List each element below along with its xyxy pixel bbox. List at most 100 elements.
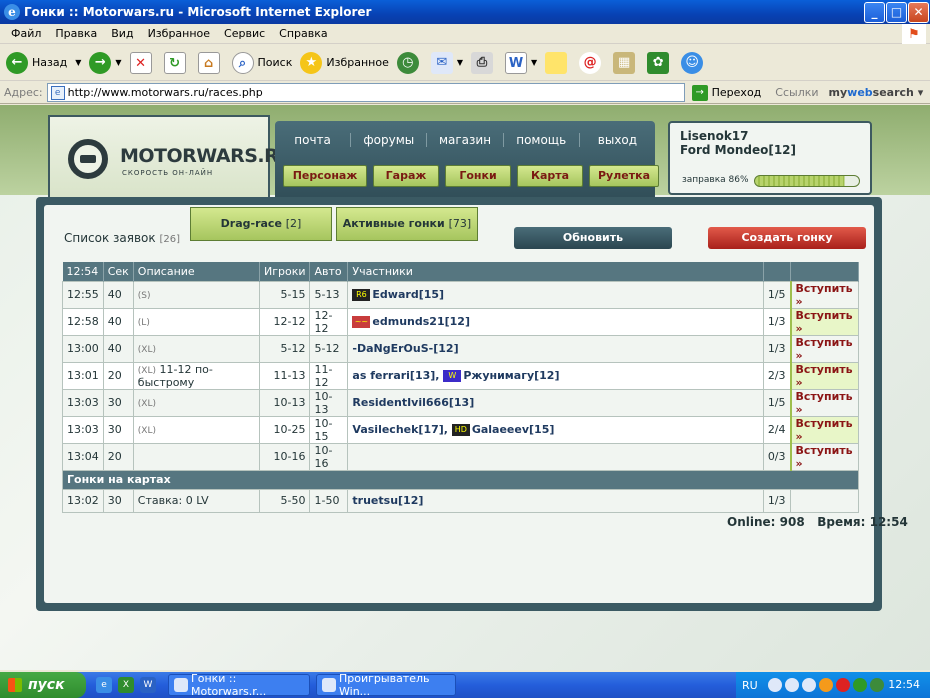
refresh-races-button[interactable]: Обновить bbox=[514, 227, 672, 249]
table-row: 13:03 30 (XL) 10-25 10-15 Vasilechek[17], HD… bbox=[62, 415, 859, 444]
close-button[interactable]: ✕ bbox=[908, 2, 929, 23]
cell-sec: 20 bbox=[102, 442, 134, 471]
user-name[interactable]: Lisenok17 bbox=[680, 129, 860, 143]
table-row: 13:03 30 (XL) 10-13 10-13 ResidentIvil666[13… bbox=[62, 388, 859, 417]
addon-button[interactable]: ✿ bbox=[647, 51, 673, 74]
cell-sec: 30 bbox=[102, 388, 134, 417]
nav-shop[interactable]: магазин bbox=[427, 133, 504, 147]
main-nav: почта форумы магазин помощь выход Персон… bbox=[275, 121, 659, 201]
nav-forums[interactable]: форумы bbox=[351, 133, 428, 147]
cell-time: 13:04 bbox=[62, 442, 104, 471]
nav-map-button[interactable]: Карта bbox=[517, 165, 583, 187]
site-logo[interactable]: MOTORWARS.RU СКОРОСТЬ ОН-ЛАЙН bbox=[48, 115, 294, 203]
start-button[interactable]: пуск bbox=[0, 672, 86, 698]
maximize-button[interactable]: □ bbox=[886, 2, 907, 23]
nav-help[interactable]: помощь bbox=[504, 133, 580, 147]
join-race-button[interactable]: Вступить » bbox=[789, 334, 859, 363]
stop-button[interactable]: ✕ bbox=[129, 51, 156, 74]
member-link[interactable]: Ржунимагу[12] bbox=[463, 369, 559, 382]
print-button[interactable]: ⎙ bbox=[471, 51, 497, 74]
mywebsearch-button[interactable]: mywebsearch ▾ bbox=[829, 86, 924, 99]
task-media-player[interactable]: Проигрыватель Win... bbox=[316, 672, 456, 698]
messenger-button[interactable]: ☺ bbox=[681, 51, 707, 74]
nav-logout[interactable]: выход bbox=[580, 133, 655, 147]
links-button[interactable]: Ссылки bbox=[775, 86, 818, 99]
menu-help[interactable]: Справка bbox=[272, 27, 334, 40]
menu-favorites[interactable]: Избранное bbox=[141, 27, 217, 40]
requests-list-label[interactable]: Список заявок [26] bbox=[64, 231, 180, 245]
flower-tray-icon[interactable] bbox=[869, 678, 884, 692]
nav-roulette-button[interactable]: Рулетка bbox=[589, 165, 659, 187]
col-time: 12:54 bbox=[62, 262, 104, 281]
join-race-button[interactable]: Вступить » bbox=[789, 361, 859, 390]
search-button[interactable]: ⌕ Поиск bbox=[231, 51, 292, 74]
task-motorwars[interactable]: Гонки :: Motorwars.r... bbox=[168, 672, 310, 698]
messenger-tray-icon[interactable] bbox=[852, 678, 867, 692]
back-arrow-icon: ← bbox=[6, 51, 28, 74]
update-icon[interactable] bbox=[818, 678, 833, 692]
nav-character-button[interactable]: Персонаж bbox=[283, 165, 367, 187]
volume-icon[interactable] bbox=[801, 678, 816, 692]
member-link[interactable]: Galaeeev[15] bbox=[472, 423, 555, 436]
join-race-button[interactable]: Вступить » bbox=[789, 442, 859, 471]
member-link[interactable]: ResidentIvil666[13] bbox=[352, 396, 474, 409]
word-quicklaunch-icon[interactable]: W bbox=[140, 677, 156, 693]
forward-button[interactable]: → ▼ bbox=[89, 51, 122, 74]
history-button[interactable]: ◷ bbox=[396, 51, 423, 74]
races-panel: Список заявок [26] Drag-race [2] Активны… bbox=[36, 197, 882, 611]
back-dropdown-icon[interactable]: ▼ bbox=[75, 58, 81, 67]
user-car[interactable]: Ford Mondeo[12] bbox=[680, 143, 860, 157]
cell-slots: 1/5 bbox=[762, 388, 792, 417]
nav-top: почта форумы магазин помощь выход bbox=[275, 133, 655, 147]
cell-description: (XL) bbox=[132, 334, 260, 363]
excel-quicklaunch-icon[interactable]: X bbox=[118, 677, 134, 693]
forward-dropdown-icon[interactable]: ▼ bbox=[115, 58, 121, 67]
menu-tools[interactable]: Сервис bbox=[217, 27, 272, 40]
ie-quicklaunch-icon[interactable]: e bbox=[96, 677, 112, 693]
clan-badge-icon: W bbox=[443, 370, 462, 382]
go-button[interactable]: → Переход bbox=[691, 84, 761, 101]
email-at-button[interactable]: @ bbox=[579, 51, 605, 74]
address-input[interactable]: e http://www.motorwars.ru/races.php bbox=[46, 83, 685, 102]
tab-drag-race[interactable]: Drag-race [2] bbox=[190, 207, 332, 241]
nav-garage-button[interactable]: Гараж bbox=[373, 165, 439, 187]
cell-members[interactable]: truetsu[12] bbox=[347, 488, 764, 513]
cell-auto: 5-13 bbox=[309, 280, 349, 309]
create-race-button[interactable]: Создать гонку bbox=[708, 227, 866, 249]
member-link[interactable]: Vasilechek[17], bbox=[352, 423, 451, 436]
join-race-button[interactable]: Вступить » bbox=[789, 307, 859, 336]
refresh-button[interactable]: ↻ bbox=[163, 51, 190, 74]
menu-edit[interactable]: Правка bbox=[48, 27, 104, 40]
cell-members bbox=[347, 442, 764, 471]
title-bar: e Гонки :: Motorwars.ru - Microsoft Inte… bbox=[0, 0, 930, 24]
member-link[interactable]: as ferrari[13], bbox=[352, 369, 443, 382]
home-button[interactable]: ⌂ bbox=[197, 51, 224, 74]
bluetooth-icon[interactable] bbox=[767, 678, 782, 692]
minimize-button[interactable]: _ bbox=[864, 2, 885, 23]
favorites-button[interactable]: ★ Избранное bbox=[300, 51, 389, 74]
language-indicator[interactable]: RU bbox=[742, 679, 758, 692]
users-icon: ☺ bbox=[681, 51, 704, 74]
member-link[interactable]: Edward[15] bbox=[372, 288, 444, 301]
back-button[interactable]: ← Назад ▼ bbox=[6, 51, 81, 74]
menu-bar: Файл Правка Вид Избранное Сервис Справка bbox=[0, 24, 930, 44]
edit-button[interactable]: W ▼ bbox=[505, 51, 537, 74]
nav-mail[interactable]: почта bbox=[275, 133, 352, 147]
member-link[interactable]: -DaNgErOuS-[12] bbox=[352, 342, 458, 355]
tab-active-races[interactable]: Активные гонки [73] bbox=[336, 207, 478, 241]
join-race-button[interactable]: Вступить » bbox=[789, 280, 859, 309]
nav-races-button[interactable]: Гонки bbox=[445, 165, 511, 187]
menu-view[interactable]: Вид bbox=[104, 27, 140, 40]
mail-button[interactable]: ✉ ▼ bbox=[430, 51, 463, 74]
cell-time: 13:03 bbox=[62, 415, 104, 444]
join-race-button[interactable]: Вступить » bbox=[789, 388, 859, 417]
col-slots bbox=[763, 262, 792, 281]
menu-file[interactable]: Файл bbox=[4, 27, 48, 40]
network-icon[interactable] bbox=[784, 678, 799, 692]
notes-button[interactable] bbox=[545, 51, 571, 74]
join-race-button[interactable]: Вступить » bbox=[789, 415, 859, 444]
security-icon[interactable] bbox=[835, 678, 850, 692]
member-link[interactable]: edmunds21[12] bbox=[372, 315, 470, 328]
word-icon: W bbox=[505, 51, 527, 74]
media-button[interactable]: ▦ bbox=[613, 51, 639, 74]
